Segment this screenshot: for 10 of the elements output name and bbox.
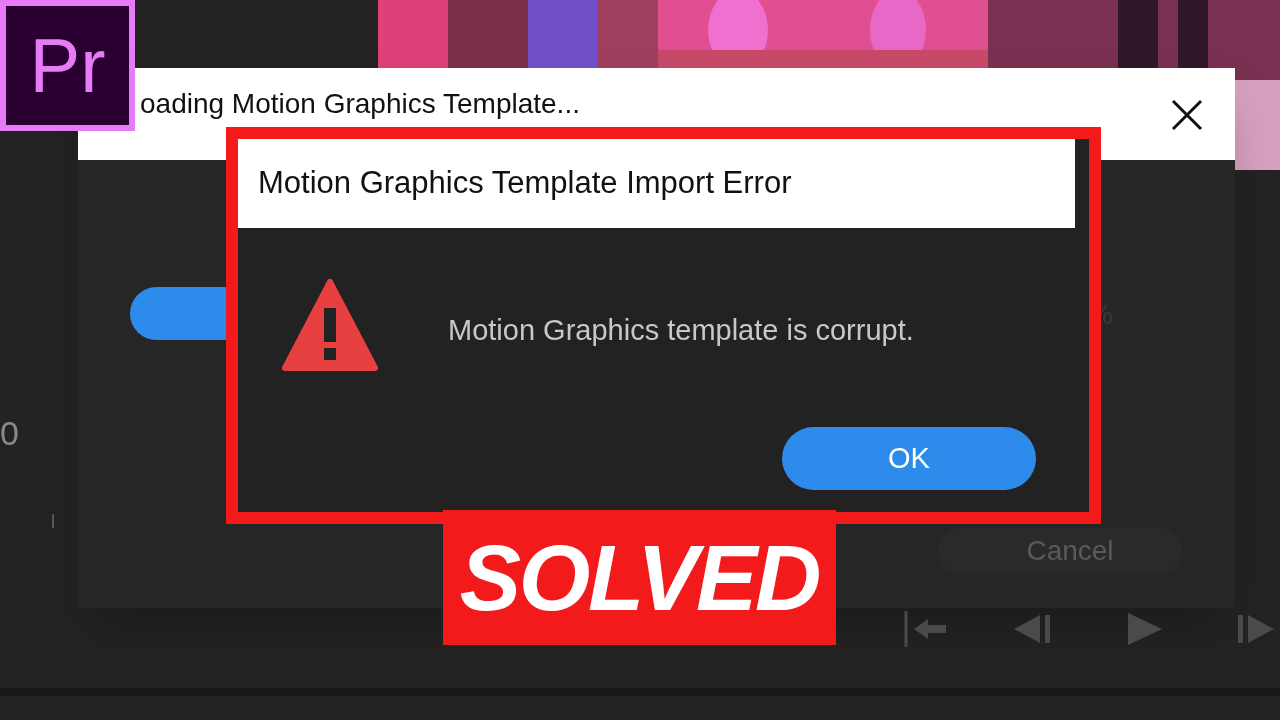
dialog-title: Motion Graphics Template Import Error	[238, 139, 1075, 228]
ok-button[interactable]: OK	[782, 427, 1036, 490]
solved-banner: SOLVED	[443, 510, 836, 645]
timecode-digit: 0	[0, 413, 19, 454]
close-icon[interactable]	[1170, 98, 1204, 132]
dialog-title: oading Motion Graphics Template...	[140, 88, 580, 120]
tick-mark	[52, 514, 54, 528]
app-logo: Pr	[0, 0, 135, 131]
warning-icon	[282, 278, 378, 372]
error-message: Motion Graphics template is corrupt.	[448, 313, 914, 348]
